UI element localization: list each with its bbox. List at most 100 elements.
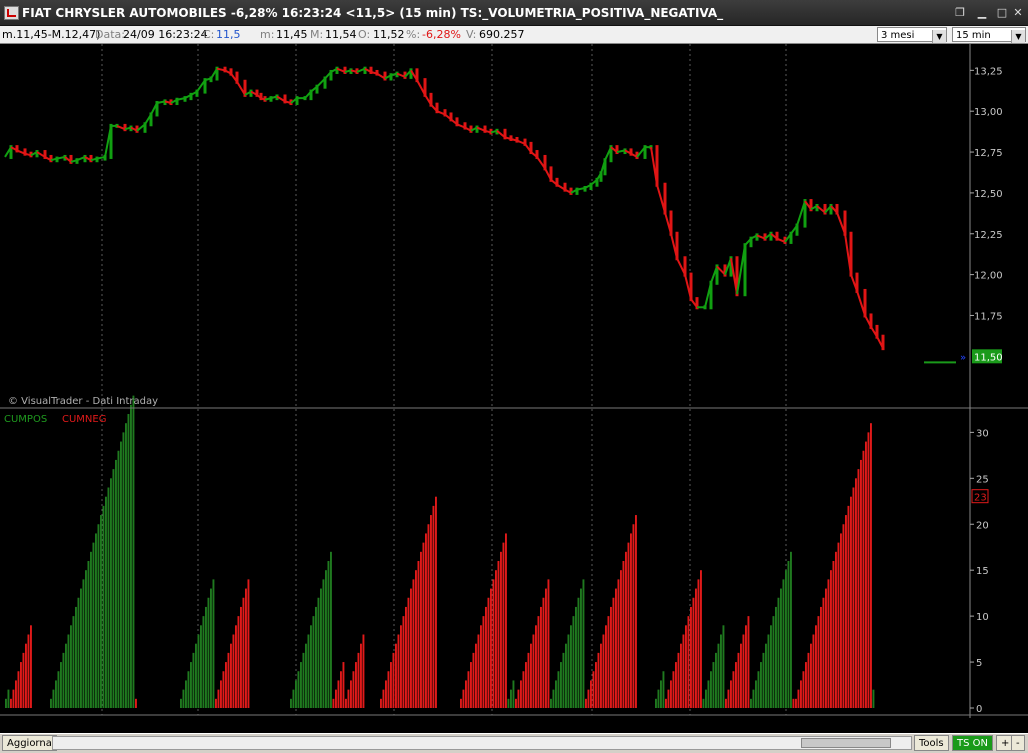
volume-bar — [515, 698, 517, 708]
volume-bar — [227, 652, 230, 708]
volume-bar — [190, 662, 192, 708]
volume-bar — [795, 698, 797, 708]
volume-bar — [560, 662, 562, 708]
volume-bar — [687, 616, 690, 708]
volume-bar — [312, 616, 315, 708]
volume-tick-label: 30 — [976, 428, 989, 439]
volume-bar — [472, 652, 475, 708]
close-label: C: — [203, 28, 215, 41]
price-candle — [603, 158, 607, 176]
volume-bar — [797, 689, 800, 708]
volume-bar — [595, 662, 597, 708]
volume-bar — [105, 496, 107, 708]
volume-bar — [305, 643, 307, 708]
tools-button[interactable]: Tools — [914, 735, 949, 751]
volume-bar — [430, 515, 432, 708]
volume-bar — [232, 634, 235, 708]
volume-bar — [80, 588, 82, 708]
price-candle — [823, 203, 827, 215]
chart-background — [0, 44, 1028, 718]
volume-bar — [685, 625, 687, 708]
minimize-icon[interactable]: ▁ — [974, 6, 990, 20]
volume-bar — [477, 634, 480, 708]
price-candle — [843, 210, 847, 236]
volume-bar — [90, 551, 92, 708]
volume-bar — [222, 671, 225, 708]
volume-bar — [77, 597, 80, 708]
volume-bar — [7, 689, 10, 708]
volume-bar — [800, 680, 802, 708]
volume-bar — [342, 662, 345, 708]
price-candle — [89, 154, 93, 163]
max-label: M: — [310, 28, 324, 41]
volume-bar — [582, 579, 585, 708]
volume-bar — [695, 588, 697, 708]
volume-bar — [732, 671, 735, 708]
volume-bar — [60, 662, 62, 708]
volume-bar — [117, 450, 120, 708]
volume-bar — [532, 634, 535, 708]
volume-bar — [807, 652, 810, 708]
scrollbar-thumb[interactable] — [801, 738, 891, 748]
price-candle — [655, 145, 659, 187]
price-candle — [343, 66, 347, 74]
volume-bar — [580, 588, 582, 708]
volume-bar — [697, 579, 700, 708]
volume-bar — [837, 542, 840, 708]
price-candle — [663, 182, 667, 215]
volume-bar — [57, 671, 60, 708]
volume-bar — [625, 551, 627, 708]
chart-area[interactable]: 13,25 13,00 12,75 12,50 12,25 12,00 11,75 11,50… — [0, 44, 1028, 718]
volume-bar — [97, 524, 100, 708]
close-icon[interactable]: ✕ — [1010, 6, 1026, 20]
volume-bar — [577, 597, 580, 708]
volume-bar — [835, 551, 837, 708]
volume-bar — [87, 561, 90, 708]
volume-bar — [662, 671, 665, 708]
chevron-down-icon[interactable]: ▼ — [1011, 30, 1025, 43]
volume-bar — [25, 643, 27, 708]
restore-icon[interactable]: ❐ — [952, 6, 968, 20]
ts-on-button[interactable]: TS ON — [952, 735, 993, 751]
volume-bar — [17, 671, 20, 708]
volume-bar — [627, 542, 630, 708]
volume-bar — [777, 597, 780, 708]
volume-bar — [872, 689, 875, 708]
volume-bar — [317, 597, 320, 708]
volume-bar — [387, 671, 390, 708]
price-candle — [869, 313, 873, 329]
volume-bar — [817, 616, 820, 708]
volume-bar — [5, 698, 7, 708]
refresh-button[interactable]: Aggiorna — [2, 735, 57, 751]
volume-bar — [470, 662, 472, 708]
volume-bar — [132, 395, 135, 708]
volume-bar — [670, 680, 672, 708]
volume-bar — [705, 689, 707, 708]
price-tick-label: 13,00 — [974, 107, 1003, 118]
volume-bar — [720, 634, 722, 708]
volume-bar — [485, 606, 487, 708]
price-candle — [855, 272, 859, 293]
volume-bar — [602, 634, 605, 708]
volume-bar — [107, 487, 110, 708]
volume-bar — [215, 698, 217, 708]
volume-bar — [205, 606, 207, 708]
chevron-down-icon[interactable]: ▼ — [932, 30, 946, 43]
volume-bar — [92, 542, 95, 708]
maximize-icon[interactable]: □ — [994, 6, 1010, 20]
volume-bar — [785, 570, 787, 708]
pct-value: -6,28% — [422, 28, 461, 41]
period-select[interactable]: 3 mesi ▼ — [877, 27, 947, 43]
volume-bar — [102, 505, 105, 708]
interval-select[interactable]: 15 min ▼ — [952, 27, 1026, 43]
price-candle — [829, 203, 833, 215]
horizontal-scrollbar[interactable] — [52, 736, 912, 750]
volume-bar — [867, 432, 870, 708]
volume-bar — [547, 579, 550, 708]
zoom-out-button[interactable]: - — [1011, 735, 1025, 751]
volume-bar — [52, 689, 55, 708]
min-label: m: — [260, 28, 275, 41]
volume-bar — [407, 597, 410, 708]
volume-bar — [747, 616, 750, 708]
volume-bar — [422, 542, 425, 708]
